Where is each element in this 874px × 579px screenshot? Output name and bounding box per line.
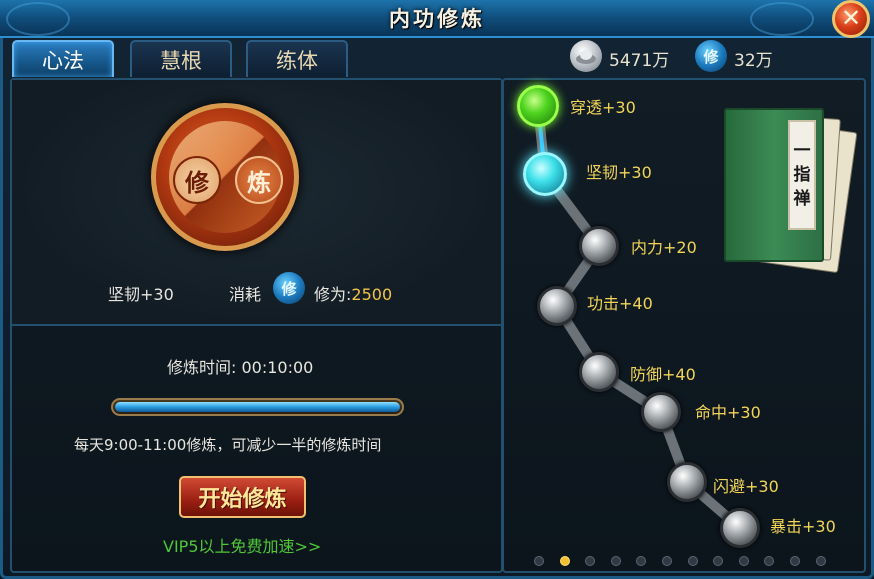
meridian-node-2[interactable] [523,152,567,196]
cost-label: 消耗 [229,285,262,304]
cost-value: 2500 [351,285,393,304]
close-icon: ✕ [840,4,862,32]
node-label-3: 内力+20 [631,238,697,257]
page-dot[interactable] [687,556,698,566]
page-dot[interactable] [559,556,570,566]
cultivate-orb[interactable]: 修 炼 [151,103,299,251]
current-stat: 坚韧+30 [108,285,174,304]
node-label-4: 功击+40 [587,294,653,313]
cultivate-progress [111,398,404,416]
page-dot[interactable] [738,556,749,566]
start-cultivate-button[interactable]: 开始修炼 [179,476,306,518]
page-dot[interactable] [790,556,800,566]
node-label-8: 暴击+30 [770,517,836,536]
meridian-node-6[interactable] [641,392,681,432]
silver-ingot-icon [570,40,602,72]
book-char-1: 一 [793,141,811,161]
meridian-node-7[interactable] [667,462,707,502]
meridian-node-4[interactable] [537,286,577,326]
close-button[interactable]: ✕ [832,0,870,38]
window-title: 内功修炼 [389,6,485,31]
node-label-6: 命中+30 [695,403,761,422]
node-label-5: 防御+40 [630,365,696,384]
page-dot[interactable] [534,556,544,566]
meridian-node-3[interactable] [579,226,619,266]
orb-char-lian: 炼 [235,156,283,204]
node-label-2: 坚韧+30 [586,163,652,182]
tip-text: 每天9:00-11:00修炼，可减少一半的修炼时间 [74,436,382,454]
tab-lianti[interactable]: 练体 [246,40,348,77]
silver-amount: 5471万 [609,51,670,71]
orb-char-xiu: 修 [173,156,221,204]
cost-text: 修为:2500 [314,281,392,305]
title-bar: 内功修炼 [0,0,874,38]
page-dot[interactable] [815,556,826,566]
book-cover: 一 指 禅 [724,108,824,262]
vip-speedup-link[interactable]: VIP5以上免费加速>> [163,533,321,557]
book-char-2: 指 [793,165,811,185]
book-char-3: 禅 [793,189,811,209]
xiu-cost-icon-char: 修 [281,279,297,298]
xiu-icon: 修 [695,40,727,72]
page-dot[interactable] [610,556,621,566]
time-label: 修炼时间: 00:10:00 [167,358,314,377]
xiu-cost-icon: 修 [273,272,305,304]
node-label-7: 闪避+30 [713,477,779,496]
meridian-node-5[interactable] [579,352,619,392]
tab-huigen[interactable]: 慧根 [130,40,232,77]
xiu-icon-char: 修 [703,47,719,66]
progress-fill [115,402,400,412]
node-label-1: 穿透+30 [570,98,636,117]
skill-book-icon[interactable]: 一 指 禅 [724,104,858,274]
cost-name: 修为: [314,285,352,304]
xiuwei-amount: 32万 [734,51,773,71]
book-title: 一 指 禅 [788,120,816,230]
tab-xinfa[interactable]: 心法 [12,40,114,77]
meridian-node-1[interactable] [517,85,559,127]
page-dot[interactable] [662,556,672,566]
meridian-node-8[interactable] [720,508,760,548]
